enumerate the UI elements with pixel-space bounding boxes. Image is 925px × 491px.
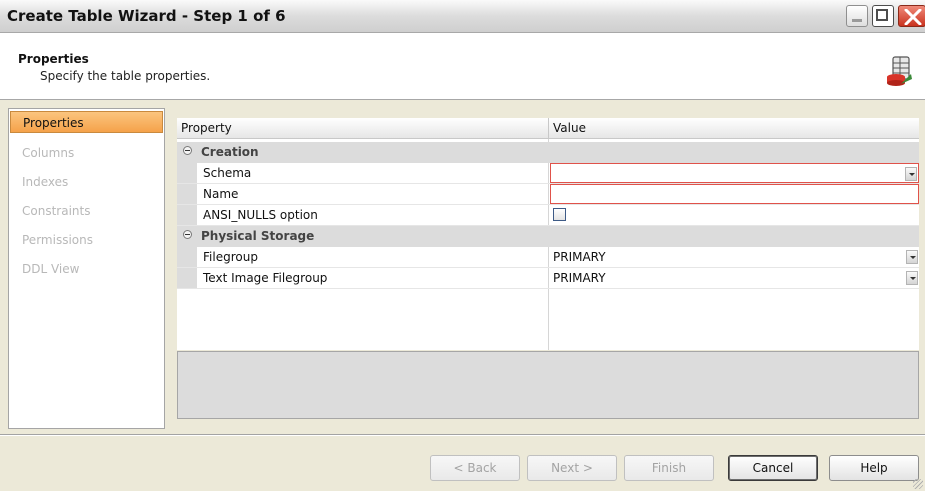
nav-item-ddl-view[interactable]: DDL View xyxy=(10,258,163,280)
property-name: ANSI_NULLS option xyxy=(203,208,318,222)
step-title: Properties xyxy=(18,52,89,66)
finish-button[interactable]: Finish xyxy=(624,455,714,481)
property-row-name[interactable]: Name xyxy=(177,184,919,205)
filegroup-dropdown[interactable]: PRIMARY xyxy=(550,247,919,267)
step-description: Specify the table properties. xyxy=(40,69,211,83)
property-row-text-image-filegroup[interactable]: Text Image Filegroup PRIMARY xyxy=(177,268,919,289)
property-name: Filegroup xyxy=(203,250,258,264)
category-creation[interactable]: Creation xyxy=(177,142,919,163)
back-button[interactable]: < Back xyxy=(430,455,520,481)
category-label: Physical Storage xyxy=(201,229,315,243)
wizard-header: Properties Specify the table properties. xyxy=(0,33,925,100)
column-header-value[interactable]: Value xyxy=(553,121,586,135)
property-row-filegroup[interactable]: Filegroup PRIMARY xyxy=(177,247,919,268)
property-row-schema[interactable]: Schema xyxy=(177,163,919,184)
chevron-down-icon[interactable] xyxy=(906,250,918,264)
next-button[interactable]: Next > xyxy=(527,455,617,481)
property-name: Schema xyxy=(203,166,252,180)
close-button[interactable] xyxy=(898,5,925,27)
category-physical-storage[interactable]: Physical Storage xyxy=(177,226,919,247)
resize-grip-icon[interactable] xyxy=(913,479,923,489)
help-button[interactable]: Help xyxy=(829,455,919,481)
nav-item-indexes[interactable]: Indexes xyxy=(10,171,163,193)
text-image-filegroup-dropdown[interactable]: PRIMARY xyxy=(550,268,919,288)
chevron-down-icon[interactable] xyxy=(905,167,917,181)
ansi-nulls-value xyxy=(550,205,919,225)
name-input[interactable] xyxy=(550,184,919,204)
nav-item-permissions[interactable]: Permissions xyxy=(10,229,163,251)
category-label: Creation xyxy=(201,145,259,159)
ansi-nulls-checkbox[interactable] xyxy=(553,208,566,221)
minimize-button[interactable] xyxy=(846,5,868,27)
maximize-button[interactable] xyxy=(872,5,894,27)
schema-dropdown[interactable] xyxy=(550,163,919,183)
property-name: Text Image Filegroup xyxy=(203,271,328,285)
nav-item-columns[interactable]: Columns xyxy=(10,142,163,164)
property-name: Name xyxy=(203,187,239,201)
column-divider[interactable] xyxy=(548,118,549,139)
title-bar[interactable]: Create Table Wizard - Step 1 of 6 xyxy=(0,0,925,33)
cancel-button[interactable]: Cancel xyxy=(728,455,818,481)
column-header-property[interactable]: Property xyxy=(181,121,232,135)
nav-item-properties[interactable]: Properties xyxy=(10,111,163,133)
property-row-ansi-nulls[interactable]: ANSI_NULLS option xyxy=(177,205,919,226)
collapse-icon[interactable] xyxy=(183,230,192,239)
window-title: Create Table Wizard - Step 1 of 6 xyxy=(7,7,286,25)
wizard-step-list: Properties Columns Indexes Constraints P… xyxy=(8,108,165,429)
nav-item-constraints[interactable]: Constraints xyxy=(10,200,163,222)
property-grid: Property Value Creation Schema Name ANSI… xyxy=(177,118,919,350)
table-properties-icon xyxy=(887,56,912,86)
wizard-window: Create Table Wizard - Step 1 of 6 Proper… xyxy=(0,0,925,491)
property-description-panel xyxy=(177,351,919,419)
close-icon xyxy=(904,9,922,25)
collapse-icon[interactable] xyxy=(183,146,192,155)
chevron-down-icon[interactable] xyxy=(906,271,918,285)
